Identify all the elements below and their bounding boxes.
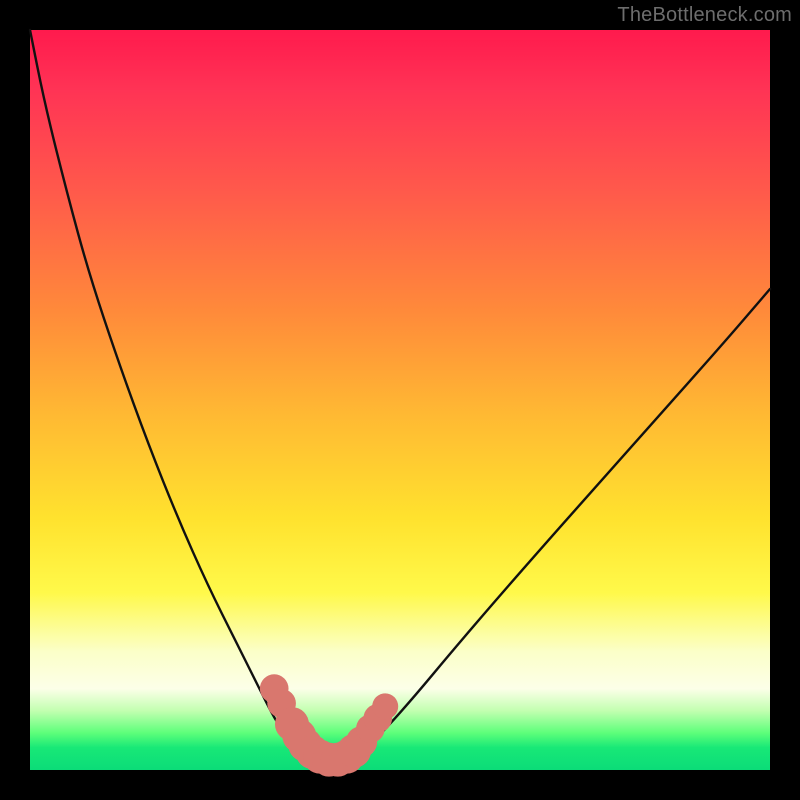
watermark-text: TheBottleneck.com: [617, 4, 792, 27]
outer-black-frame: TheBottleneck.com: [0, 0, 800, 800]
marker-dot: [372, 693, 398, 719]
marker-cluster: [260, 674, 398, 776]
gradient-plot-area: [30, 30, 770, 770]
curve-layer: [30, 30, 770, 770]
bottleneck-curve: [30, 30, 770, 764]
v-curve-path: [30, 30, 770, 764]
